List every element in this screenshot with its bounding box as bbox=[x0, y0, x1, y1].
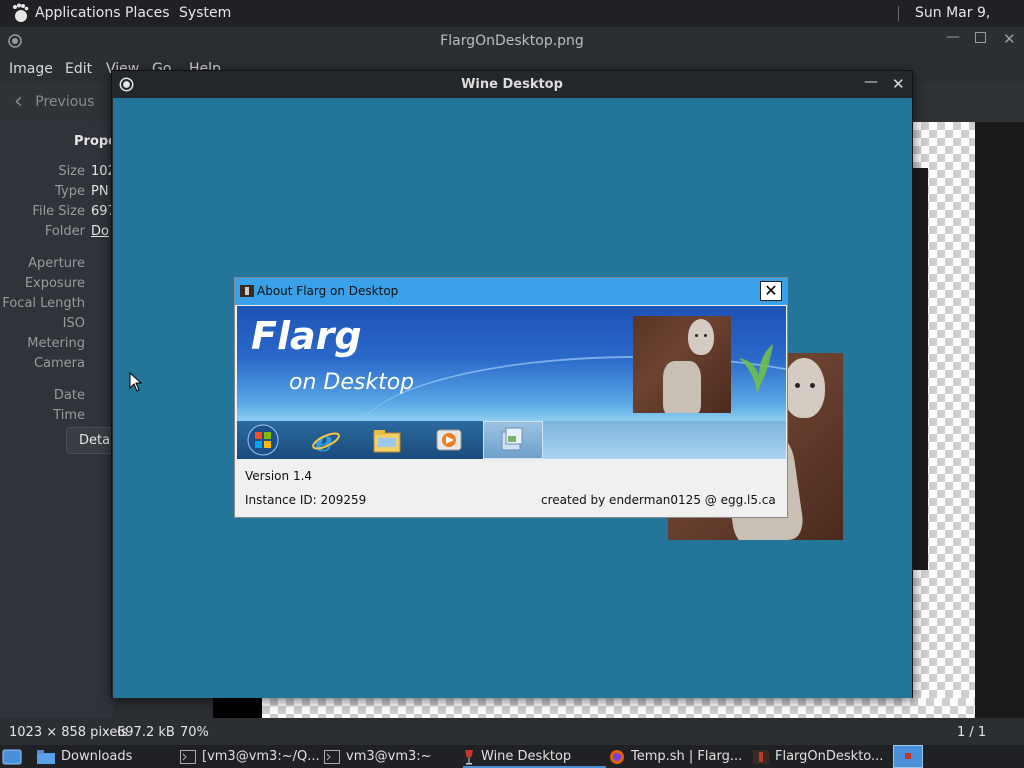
taskbar-label: [vm3@vm3:~/Q... bbox=[202, 749, 320, 764]
taskbar-item-terminal-2[interactable]: vm3@vm3:~ bbox=[324, 745, 459, 768]
folder-icon bbox=[373, 430, 401, 453]
prop-label-folder: Folder bbox=[44, 224, 85, 239]
viewer-titlebar: FlargOnDesktop.png — ✕ bbox=[0, 27, 1024, 55]
minimize-icon[interactable]: — bbox=[864, 74, 878, 90]
image-icon bbox=[753, 749, 769, 764]
media-player-icon bbox=[436, 429, 462, 451]
panel-separator bbox=[898, 6, 899, 21]
properties-sidebar: Prope Size 102 Type PN File Size 697 Fol… bbox=[0, 122, 114, 718]
prop-value-size: 102 bbox=[91, 164, 113, 179]
prop-label-size: Size bbox=[58, 164, 85, 179]
internet-explorer-icon: e bbox=[312, 425, 340, 456]
viewer-statusbar: 1023 × 858 pixels 697.2 kB 70% 1 / 1 bbox=[0, 718, 1024, 745]
taskbar-item-wine-desktop[interactable]: Wine Desktop bbox=[463, 745, 606, 768]
banner-title: Flarg bbox=[251, 314, 362, 358]
previous-button[interactable]: ‹ Previous bbox=[14, 89, 94, 115]
status-dimensions: 1023 × 858 pixels bbox=[9, 725, 128, 740]
taskbar-item-downloads[interactable]: Downloads bbox=[37, 745, 175, 768]
wine-titlebar: Wine Desktop — ✕ bbox=[112, 71, 912, 98]
window-switcher-icon bbox=[501, 427, 523, 451]
taskbar-label: Downloads bbox=[61, 749, 133, 764]
menu-image[interactable]: Image bbox=[9, 61, 53, 77]
firefox-icon bbox=[610, 749, 624, 764]
about-titlebar: About Flarg on Desktop ✕ bbox=[235, 278, 787, 305]
about-version: Version 1.4 bbox=[245, 469, 313, 483]
exif-label-camera: Camera bbox=[33, 356, 85, 371]
prop-label-filesize: File Size bbox=[32, 204, 85, 219]
close-icon[interactable]: ✕ bbox=[892, 75, 905, 93]
chevron-left-icon: ‹ bbox=[14, 89, 23, 114]
window-thumbnail-icon bbox=[905, 753, 911, 759]
gnome-foot-icon[interactable] bbox=[10, 3, 30, 23]
details-button[interactable]: Detai bbox=[66, 427, 114, 454]
viewer-window-title: FlargOnDesktop.png bbox=[440, 33, 584, 49]
prop-value-type: PN bbox=[91, 184, 109, 199]
exif-label-iso: ISO bbox=[62, 316, 85, 331]
status-zoom: 70% bbox=[180, 725, 209, 740]
places-menu[interactable]: Places bbox=[125, 0, 170, 27]
about-title: About Flarg on Desktop bbox=[257, 284, 399, 298]
taskbar-item-firefox[interactable]: Temp.sh | Flarg... bbox=[609, 745, 749, 768]
about-banner: Flarg on Desktop bbox=[237, 306, 786, 421]
exif-label-metering: Metering bbox=[27, 336, 85, 351]
image-shadow-strip bbox=[913, 168, 928, 570]
details-button-label: Detai bbox=[79, 433, 114, 448]
about-instance-id: Instance ID: 209259 bbox=[245, 493, 367, 507]
taskbar-strip-glow bbox=[543, 421, 786, 459]
exif-label-aperture: Aperture bbox=[28, 256, 85, 271]
taskbar-label: Wine Desktop bbox=[481, 749, 572, 764]
minimize-icon[interactable]: — bbox=[946, 29, 960, 45]
bottom-taskbar: Downloads [vm3@vm3:~/Q... vm3@vm3:~ Wine… bbox=[0, 745, 1024, 768]
wine-glass-icon bbox=[465, 749, 473, 764]
about-close-button[interactable]: ✕ bbox=[760, 281, 782, 301]
leaf-icon bbox=[739, 344, 773, 394]
status-filesize: 697.2 kB bbox=[117, 725, 175, 740]
windows-start-orb-icon bbox=[247, 424, 279, 456]
terminal-icon bbox=[324, 749, 340, 764]
prop-value-filesize: 697 bbox=[91, 204, 113, 219]
terminal-icon bbox=[180, 749, 196, 764]
close-icon[interactable]: ✕ bbox=[1003, 30, 1016, 48]
transparency-checker-bottom bbox=[262, 698, 975, 718]
prop-label-type: Type bbox=[55, 184, 85, 199]
exif-label-exposure: Exposure bbox=[24, 276, 85, 291]
banner-subtitle: on Desktop bbox=[289, 370, 415, 395]
date-label: Date bbox=[53, 388, 85, 403]
status-page: 1 / 1 bbox=[957, 725, 987, 740]
system-menu[interactable]: System bbox=[179, 0, 231, 27]
close-icon: ✕ bbox=[764, 281, 778, 300]
about-credit: created by enderman0125 @ egg.l5.ca bbox=[541, 493, 776, 507]
taskbar-label: FlargOnDeskto... bbox=[775, 749, 884, 764]
taskbar-label: vm3@vm3:~ bbox=[346, 749, 432, 764]
taskbar-item-terminal-1[interactable]: [vm3@vm3:~/Q... bbox=[180, 745, 320, 768]
time-label: Time bbox=[53, 408, 85, 423]
folder-icon bbox=[37, 749, 55, 764]
folder-link[interactable]: Do bbox=[91, 224, 113, 239]
applications-menu[interactable]: Applications bbox=[35, 0, 121, 27]
image-edge bbox=[213, 698, 262, 718]
wine-window-title: Wine Desktop bbox=[461, 77, 563, 92]
maximize-icon[interactable] bbox=[975, 32, 986, 43]
clock[interactable]: Sun Mar 9, 01:57 bbox=[915, 0, 1024, 48]
taskbar-item-image-viewer[interactable]: FlargOnDeskto... bbox=[753, 745, 888, 768]
workspace-switcher[interactable] bbox=[893, 745, 923, 768]
flarg-app-icon bbox=[240, 285, 254, 297]
mouse-cursor-icon bbox=[129, 372, 143, 392]
top-panel: Applications Places System Sun Mar 9, 01… bbox=[0, 0, 1024, 48]
properties-heading: Prope bbox=[74, 134, 113, 149]
about-taskbar-strip: e bbox=[237, 421, 786, 459]
show-desktop-icon[interactable] bbox=[2, 748, 22, 766]
previous-label: Previous bbox=[35, 93, 95, 110]
taskbar-label: Temp.sh | Flarg... bbox=[631, 749, 743, 764]
flarg-thumbnail-image bbox=[633, 316, 731, 413]
exif-label-focal-length: Focal Length bbox=[2, 296, 85, 311]
about-dialog: About Flarg on Desktop ✕ Flarg on Deskto… bbox=[234, 277, 788, 518]
menu-edit[interactable]: Edit bbox=[65, 61, 92, 77]
